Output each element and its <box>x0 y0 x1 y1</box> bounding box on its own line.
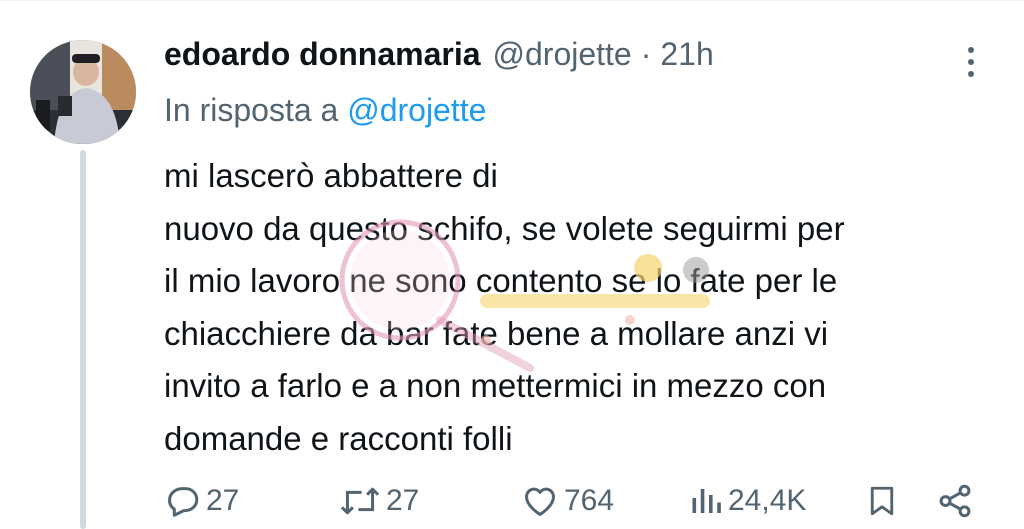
reply-prefix: In risposta a <box>164 92 339 128</box>
views-icon <box>692 489 721 513</box>
tweet-header: edoardo donnamaria @drojette · 21h <box>164 36 714 80</box>
action-bar: 27 27 764 24,4K <box>0 476 1024 526</box>
reply-icon <box>168 487 199 517</box>
share-icon <box>939 484 971 518</box>
timestamp[interactable]: 21h <box>660 36 713 73</box>
author-handle[interactable]: @drojette <box>493 36 632 73</box>
tweet-text-line: chiacchiere da bar fate bene a mollare a… <box>164 314 829 352</box>
reply-mention[interactable]: @drojette <box>347 92 486 128</box>
heart-icon <box>525 487 555 516</box>
tweet-text-line: domande e racconti folli <box>164 419 513 457</box>
tweet-text-line: nuovo da questo schifo, se volete seguir… <box>164 209 845 247</box>
bookmark-button[interactable] <box>864 476 900 526</box>
avatar-photo <box>30 40 136 144</box>
top-divider <box>0 0 1024 1</box>
separator-dot: · <box>640 36 652 72</box>
bookmark-icon <box>870 486 894 516</box>
tweet-text: mi lascerò abbattere di nuovo da questo … <box>164 150 1004 465</box>
tweet-text-line: mi lascerò abbattere di <box>164 157 498 194</box>
like-button[interactable]: 764 <box>520 476 614 526</box>
views-count: 24,4K <box>728 484 807 517</box>
retweet-button[interactable]: 27 <box>338 476 419 526</box>
retweet-icon <box>340 487 380 515</box>
thread-line <box>80 150 86 529</box>
reply-context: In risposta a @drojette <box>164 92 486 129</box>
views-button[interactable]: 24,4K <box>688 476 806 526</box>
share-button[interactable] <box>936 476 974 526</box>
more-icon[interactable] <box>958 42 984 82</box>
avatar[interactable] <box>30 40 136 144</box>
author-name[interactable]: edoardo donnamaria <box>164 36 481 73</box>
tweet-text-line: il mio lavoro ne sono contento se lo fat… <box>164 262 838 299</box>
like-count: 764 <box>564 484 615 517</box>
reply-button[interactable]: 27 <box>164 476 239 526</box>
reply-count: 27 <box>206 484 240 517</box>
tweet-text-line: invito a farlo e a non mettermici in mez… <box>164 367 827 404</box>
retweet-count: 27 <box>386 484 420 517</box>
